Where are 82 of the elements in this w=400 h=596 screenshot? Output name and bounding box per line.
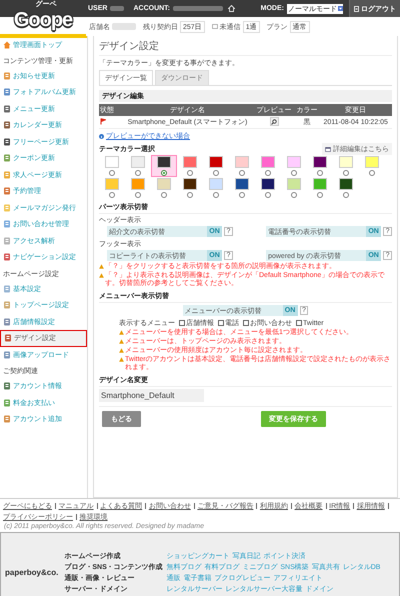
page-icon bbox=[3, 253, 11, 262]
page-icon bbox=[3, 318, 11, 326]
color-swatch[interactable] bbox=[339, 156, 353, 168]
redacted-value bbox=[110, 6, 124, 11]
page-icon bbox=[3, 398, 11, 407]
page-title: デザイン設定 bbox=[99, 38, 392, 56]
color-swatch[interactable] bbox=[183, 178, 197, 190]
radio-button[interactable] bbox=[109, 170, 115, 176]
radio-button[interactable] bbox=[265, 192, 271, 198]
page-icon bbox=[3, 350, 11, 359]
radio-button[interactable] bbox=[135, 192, 141, 198]
page-icon bbox=[3, 284, 11, 293]
company-logo[interactable]: paperboy&co. bbox=[5, 568, 58, 576]
color-swatch[interactable] bbox=[157, 178, 171, 190]
redacted-value bbox=[173, 6, 224, 11]
page-icon bbox=[3, 415, 11, 424]
color-swatch[interactable] bbox=[287, 178, 301, 190]
radio-button[interactable] bbox=[369, 170, 375, 176]
radio-button[interactable] bbox=[317, 192, 323, 198]
color-swatch[interactable] bbox=[365, 156, 379, 168]
color-swatch[interactable] bbox=[313, 156, 327, 168]
color-swatch[interactable] bbox=[339, 178, 353, 190]
magnifier-icon bbox=[271, 118, 278, 125]
page-icon bbox=[4, 334, 12, 342]
flag-icon bbox=[100, 118, 106, 124]
info-icon bbox=[99, 134, 104, 138]
radio-button[interactable] bbox=[161, 192, 167, 198]
mail-icon bbox=[212, 24, 218, 29]
radio-button[interactable] bbox=[187, 192, 193, 198]
radio-button[interactable] bbox=[317, 170, 323, 176]
color-swatch[interactable] bbox=[209, 156, 223, 168]
color-swatch[interactable] bbox=[235, 156, 249, 168]
checkbox[interactable] bbox=[179, 320, 185, 326]
page-icon bbox=[3, 138, 11, 146]
color-swatch[interactable] bbox=[131, 178, 145, 190]
color-swatch[interactable] bbox=[183, 156, 197, 168]
radio-button[interactable] bbox=[239, 192, 245, 198]
input-field[interactable]: Smartphone_Default bbox=[99, 389, 204, 402]
page-icon bbox=[3, 236, 11, 245]
color-swatch[interactable] bbox=[105, 156, 119, 168]
page-icon bbox=[3, 301, 11, 310]
page-icon bbox=[3, 154, 11, 162]
checkbox[interactable] bbox=[243, 320, 249, 326]
checkbox[interactable] bbox=[296, 320, 302, 326]
radio-button[interactable] bbox=[213, 192, 219, 198]
color-swatch[interactable] bbox=[105, 178, 119, 190]
radio-button[interactable] bbox=[135, 170, 141, 176]
radio-button[interactable] bbox=[187, 170, 193, 176]
redacted-value bbox=[112, 23, 136, 30]
radio-button[interactable] bbox=[291, 170, 297, 176]
color-swatch[interactable] bbox=[235, 178, 249, 190]
color-swatch[interactable] bbox=[209, 178, 223, 190]
dropdown-icon bbox=[338, 6, 343, 11]
color-swatch[interactable] bbox=[261, 178, 275, 190]
page-icon bbox=[3, 121, 11, 130]
page-icon bbox=[3, 204, 11, 212]
radio-button[interactable] bbox=[239, 170, 245, 176]
home-icon bbox=[228, 5, 236, 12]
color-swatch[interactable] bbox=[261, 156, 275, 168]
checkbox[interactable] bbox=[218, 320, 224, 326]
home-icon bbox=[3, 41, 11, 50]
radio-button[interactable] bbox=[343, 192, 349, 198]
color-swatch[interactable] bbox=[287, 156, 301, 168]
radio-button[interactable] bbox=[109, 192, 115, 198]
color-swatch[interactable] bbox=[313, 178, 327, 190]
radio-button[interactable] bbox=[343, 170, 349, 176]
page-icon bbox=[3, 104, 11, 113]
page-icon bbox=[3, 187, 11, 196]
page-icon bbox=[3, 72, 11, 80]
preview-button[interactable] bbox=[270, 117, 279, 126]
page-icon bbox=[3, 382, 11, 390]
page-icon bbox=[3, 220, 11, 228]
page-icon bbox=[3, 88, 11, 96]
color-swatch[interactable] bbox=[157, 156, 171, 168]
radio-button[interactable] bbox=[161, 170, 167, 176]
radio-button[interactable] bbox=[291, 192, 297, 198]
window-icon bbox=[325, 146, 331, 152]
radio-button[interactable] bbox=[213, 170, 219, 176]
logout-icon bbox=[354, 6, 359, 12]
radio-button[interactable] bbox=[265, 170, 271, 176]
color-swatch[interactable] bbox=[131, 156, 145, 168]
page-icon bbox=[3, 170, 11, 179]
